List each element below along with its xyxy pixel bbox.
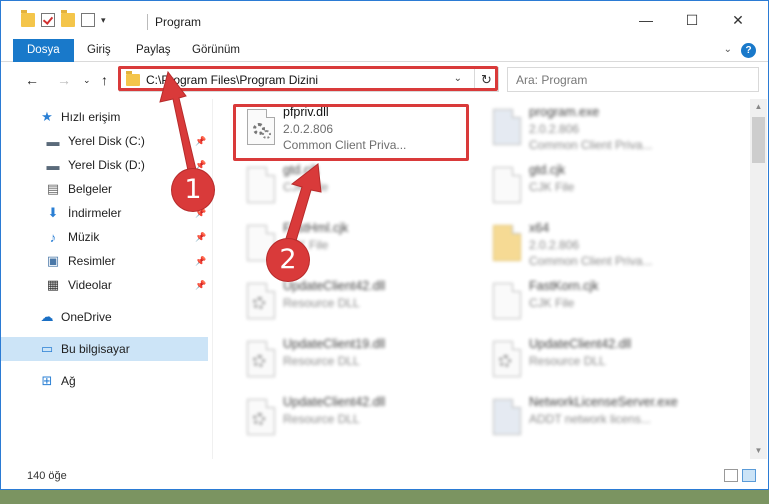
- arrow-2-icon: [282, 163, 322, 252]
- annotation-arrows: [159, 70, 322, 252]
- step-2-badge: 2: [267, 239, 309, 281]
- arrow-1-icon: [159, 70, 199, 181]
- step-1-badge: 1: [172, 169, 214, 211]
- desktop-background: [0, 490, 769, 504]
